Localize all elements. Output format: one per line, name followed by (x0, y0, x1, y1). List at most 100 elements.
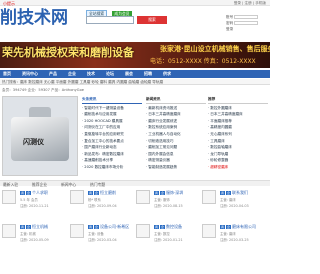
banner-subtitle: 张家港·昆山设立机械销售、售后服务中心 (160, 45, 270, 53)
news-box-item[interactable]: · 磨床行业发展综述 (146, 118, 206, 125)
news-item[interactable]: · 高速磨削技术分享 (82, 157, 142, 164)
nav-item-jobs[interactable]: 招聘 (144, 71, 152, 77)
company-card[interactable]: 商企数控设备 主营: 数控 注册: 2020-01-21 (136, 222, 202, 252)
company-card[interactable]: 商企服饰·深圳 主营: 服饰 注册: 2020-08-15 (136, 188, 202, 218)
tag-badge: 企 (226, 225, 232, 229)
topbar-note: 小提示 (3, 1, 15, 6)
news-item[interactable]: · 国产磨床行业新动态 (82, 144, 142, 151)
news-box-item[interactable]: · 精密测量仪器 (146, 157, 206, 164)
nav-item-companies[interactable]: 企业 (68, 71, 76, 77)
news-item[interactable]: · 2020 数控磨床市场分析 (82, 164, 142, 171)
recommend-item[interactable]: · 砂轮修整器 (208, 157, 268, 164)
company-name: 设备公司·新希区 (100, 224, 130, 229)
nav-item-expo[interactable]: 展会 (125, 71, 133, 77)
company-name: 恒立磨削 (100, 190, 117, 195)
news-item[interactable]: · 2020 HOOCAD 模具展 (82, 118, 142, 125)
tag-badge: 商 (88, 191, 94, 195)
topbar-links[interactable]: 登录 | 注册 | 手机版 (234, 1, 266, 6)
company-name: 个人求职 (32, 190, 49, 195)
news-box-item[interactable]: · 智能制造发展趋势 (146, 164, 206, 171)
tag-badge: 商 (20, 225, 26, 229)
company-card-title[interactable]: 商企设备公司·新希区 (88, 224, 129, 230)
news-item[interactable]: · 闪测仪在工厂中的应用 (82, 124, 142, 131)
company-card[interactable]: 商企个人求职 5.5 年 会员 注册: 2020-11-21 (2, 188, 68, 218)
tag-badge: 商 (220, 191, 226, 195)
nav-item-tech[interactable]: 技术 (87, 71, 95, 77)
recommend-item[interactable]: · 无心磨床系列 (208, 131, 268, 138)
recommend-item[interactable]: · 龙门导轨磨 (208, 151, 268, 158)
company-date: 注册: 2020-11-21 (20, 204, 49, 208)
recommend-box-title: 推荐 (208, 96, 268, 104)
tag-badge: 商 (20, 191, 26, 195)
nav-item-home[interactable]: 首页 (3, 71, 11, 77)
company-logo-icon (136, 190, 150, 204)
news-box-item[interactable]: · 日本三井高精度磨床 (146, 111, 206, 118)
company-card-title[interactable]: 商企联系我们 (220, 190, 248, 196)
company-card-title[interactable]: 商企恒立磨削 (88, 190, 116, 196)
company-logo-icon (2, 224, 16, 238)
recommend-item[interactable]: · 平面磨床推荐 (208, 118, 268, 125)
search-button[interactable]: 搜索 (137, 16, 167, 24)
company-card-title[interactable]: 商企恒立机械 (20, 224, 48, 230)
recommend-item[interactable]: · 工具磨床 (208, 138, 268, 145)
news-box-item[interactable]: · 切削液选用技巧 (146, 138, 206, 145)
password-field[interactable] (234, 21, 259, 25)
main-nav: 首页 资讯中心 产品 企业 技术 论坛 展会 招聘 供求 (0, 70, 270, 78)
recommend-item[interactable]: · 数控外圆磨床 (208, 105, 268, 112)
news-box-item[interactable]: · 工业机器人与自动化 (146, 131, 206, 138)
news-item[interactable]: · 磨削技术与应用发展 (82, 111, 142, 118)
login-button[interactable]: 登录 (226, 26, 270, 32)
site-logo[interactable]: 削技术网 (0, 8, 68, 28)
company-meta: 5.5 年 会员 (20, 198, 38, 202)
news-box-title: 新闻资讯 (146, 96, 206, 104)
company-card-title[interactable]: 商企数控设备 (154, 224, 182, 230)
news-box-item[interactable]: · 数控系统应用案例 (146, 124, 206, 131)
nav-item-trade[interactable]: 供求 (163, 71, 171, 77)
company-card-title[interactable]: 商企磨床有限公司 (220, 224, 256, 230)
news-item[interactable]: · 复合加工中心的技术要点 (82, 138, 142, 145)
news-box-item[interactable]: · 最新机床资讯推送 (146, 105, 206, 112)
account-label: 账号 (226, 15, 234, 19)
account-field[interactable] (234, 15, 259, 19)
company-card[interactable]: 商企恒立磨削 杨* 联系 注册: 2020-09-04 (70, 188, 136, 218)
company-card-title[interactable]: 商企服饰·深圳 (154, 190, 183, 196)
tag-badge: 商 (154, 191, 160, 195)
nav-item-news[interactable]: 资讯中心 (22, 71, 38, 77)
company-name: 数控设备 (166, 224, 183, 229)
nav-item-forum[interactable]: 论坛 (106, 71, 114, 77)
search-input[interactable] (86, 16, 134, 24)
nav-item-products[interactable]: 产品 (49, 71, 57, 77)
featured-slide[interactable]: 闪测仪 (2, 96, 78, 176)
company-logo-icon (70, 190, 84, 204)
company-card[interactable]: 商企磨床有限公司 主营: 磨床 注册: 2020-03-25 (202, 222, 268, 252)
company-card[interactable]: 商企恒立机械 主营: 机械 注册: 2020-05-09 (2, 222, 68, 252)
news-item[interactable]: · 新品发布：精密数控磨床 (82, 151, 142, 158)
news-item[interactable]: · 智能时代下一键测量设备 (82, 105, 142, 112)
recommend-item[interactable]: · 日本三井高精度磨床 (208, 111, 268, 118)
news-box-item[interactable]: · 磨削加工常见问题 (146, 144, 206, 151)
company-logo-icon (202, 190, 216, 204)
banner-headline: 荣先机械授权荣和磨削设备 (2, 46, 134, 59)
news-box-item[interactable]: · 国内外展会信息 (146, 151, 206, 158)
company-card[interactable]: 商企联系我们 主营: 磨床 注册: 2020-04-03 (202, 188, 268, 218)
company-name: 恒立机械 (32, 224, 49, 229)
company-card[interactable]: 商企设备公司·新希区 主营: 设备 注册: 2020-03-04 (70, 222, 136, 252)
company-logo-icon (70, 224, 84, 238)
recommend-item-highlight[interactable]: · 超精密磨床 (208, 164, 268, 171)
ad-banner[interactable]: 荣先机械授权荣和磨削设备 张家港·昆山设立机械销售、售后服务中心 电话：0512… (0, 42, 270, 68)
section-tabs: 最新入驻 推荐企业 新闻中心 热门专题 (0, 180, 270, 187)
recommend-item[interactable]: · 数控曲轴磨床 (208, 144, 268, 151)
company-card-title[interactable]: 商企个人求职 (20, 190, 48, 196)
company-date: 注册: 2020-03-04 (88, 238, 117, 242)
recommend-item[interactable]: · 高精度内圆磨 (208, 124, 268, 131)
hot-search-bar[interactable]: 热门搜索：磨床 数控磨床 无心磨 平面磨 外圆磨 工具磨 砂轮 磨料 磨具 内圆… (0, 79, 270, 85)
news-item[interactable]: · 直驱旋转平台的应用研究 (82, 131, 142, 138)
tag-badge: 企 (94, 225, 100, 229)
company-name: 服饰·深圳 (166, 190, 184, 195)
recommend-box: 推荐 · 数控外圆磨床 · 日本三井高精度磨床 · 平面磨床推荐 · 高精度内圆… (208, 96, 268, 171)
slide-caption: 闪测仪 (23, 138, 44, 146)
top-bar: 小提示 登录 | 注册 | 手机版 (0, 0, 270, 6)
company-logo-icon (202, 224, 216, 238)
company-meta: 主营: 磨床 (220, 198, 236, 202)
banner-contact: 电话：0512-XXXX 传真：0512-XXXX (150, 58, 256, 65)
